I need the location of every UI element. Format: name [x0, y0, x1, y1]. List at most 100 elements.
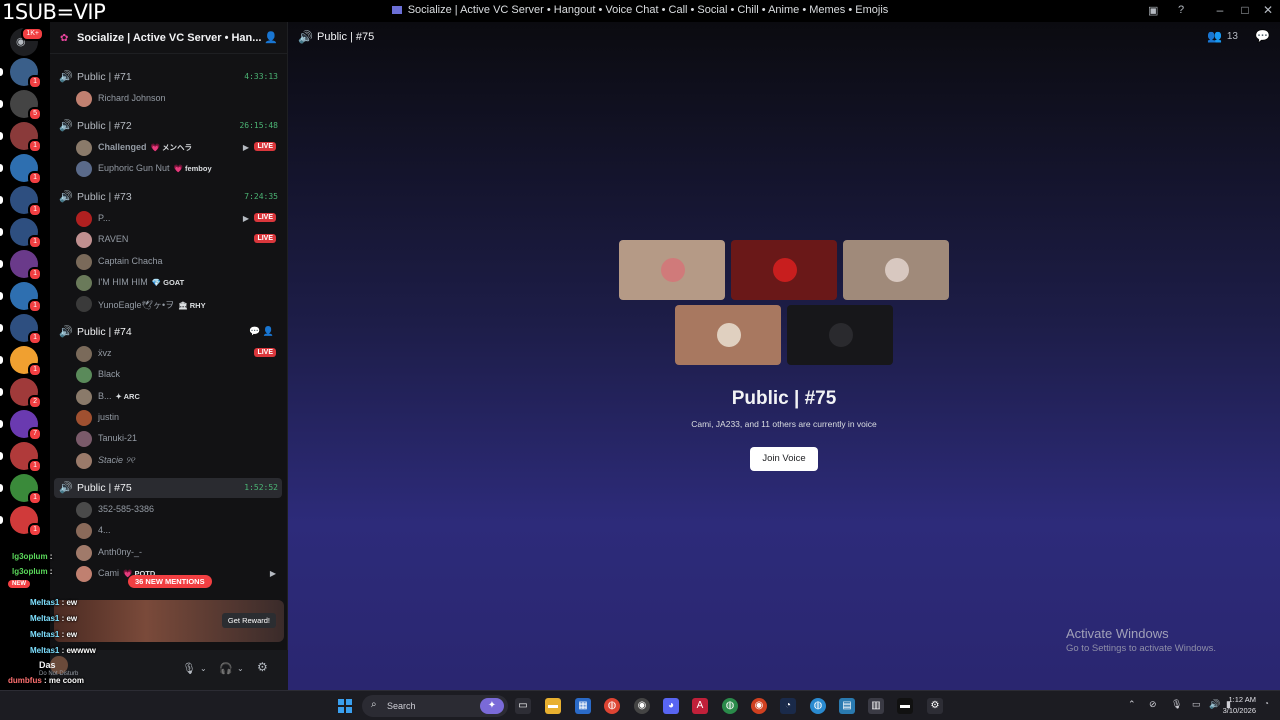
server-icon[interactable]: 1 [10, 58, 42, 89]
server-icon[interactable]: 1 [10, 122, 42, 153]
voice-channel[interactable]: 🔊 Public | #73 7:24:35 [54, 187, 282, 207]
screen-share-icon[interactable]: ▣ [1148, 4, 1158, 17]
notification-icon[interactable]: ◔ [1264, 699, 1269, 708]
tray-chevron-icon[interactable]: ⌃ [1128, 699, 1136, 710]
member-avatar [76, 346, 92, 362]
server-icon[interactable]: 1 [10, 506, 42, 537]
display-icon[interactable]: ▭ [1192, 699, 1201, 710]
headphones-chevron-icon[interactable]: ⌄ [237, 664, 244, 673]
edge-icon[interactable]: ◍ [810, 698, 826, 714]
microphone-icon[interactable]: 🎙 [182, 662, 196, 675]
chrome-icon[interactable]: ◍ [604, 698, 620, 714]
photos-icon[interactable]: ▤ [839, 698, 855, 714]
server-icon[interactable]: 1 [10, 314, 42, 345]
headphones-icon[interactable]: 🎧 [219, 662, 233, 675]
voice-member[interactable]: Black [76, 365, 282, 385]
terminal-icon[interactable]: ▬ [897, 698, 913, 714]
start-button[interactable] [338, 699, 352, 713]
settings-gear-icon[interactable]: ⚙ [257, 660, 268, 674]
user-status: Do Not Disturb [39, 671, 79, 677]
voice-channel[interactable]: 🔊 Public | #74 💬 👤 [54, 322, 282, 342]
volume-icon[interactable]: 🔊 [1209, 699, 1220, 710]
user-name[interactable]: Das [39, 660, 56, 670]
unread-pill [0, 324, 3, 332]
voice-member[interactable]: Tanuki-21 [76, 429, 282, 449]
participant-tile[interactable] [843, 240, 949, 300]
file-explorer-icon[interactable]: ▬ [545, 698, 561, 714]
settings-app-icon[interactable]: ⚙ [927, 698, 943, 714]
server-icon[interactable]: 1 [10, 442, 42, 473]
voice-member[interactable]: P... ▶ LIVE [76, 209, 282, 229]
member-avatar [76, 91, 92, 107]
server-icon[interactable]: 1 [10, 474, 42, 505]
join-voice-button[interactable]: Join Voice [750, 447, 818, 471]
voice-member[interactable]: RAVEN LIVE [76, 230, 282, 250]
server-header[interactable]: ✿ Socialize | Active VC Server • Han... … [50, 22, 288, 54]
invite-icon[interactable]: 👤 [263, 326, 274, 336]
voice-member[interactable]: I'M HIM HIM 💎 GOAT [76, 273, 282, 293]
voice-member[interactable]: Anth0ny-_- [76, 543, 282, 563]
participant-tile[interactable] [731, 240, 837, 300]
server-icon[interactable]: 1 [10, 186, 42, 217]
server-name[interactable]: Socialize | Active VC Server • Han... [77, 32, 261, 44]
server-icon[interactable]: 1 [10, 154, 42, 185]
widgets-icon[interactable]: ✦ [480, 698, 504, 714]
voice-member[interactable]: YunoEagle🕊ヶ•ヲ 🏛 RHY [76, 294, 282, 314]
invite-people-icon[interactable]: 👤 [264, 31, 278, 44]
taskbar-clock[interactable]: 1:12 AM 3/10/2026 [1223, 694, 1256, 716]
voice-member[interactable]: B... ✦ ARC [76, 387, 282, 407]
chat-icon[interactable]: 💬 [249, 326, 260, 336]
voice-channel-name: Public | #75 [77, 482, 132, 494]
voice-channel[interactable]: 🔊 Public | #71 4:33:13 [54, 67, 282, 87]
member-tag: 💗 femboy [173, 164, 212, 174]
voice-member[interactable]: Stacie ୨୧ [76, 451, 282, 471]
voice-member[interactable]: 4... [76, 521, 282, 541]
acrobat-icon[interactable]: A [692, 698, 708, 714]
server-icon[interactable]: 1 [10, 218, 42, 249]
participant-tile[interactable] [619, 240, 725, 300]
server-icon[interactable]: 1 [10, 250, 42, 281]
app-icon[interactable]: ▥ [868, 698, 884, 714]
voice-member[interactable]: Richard Johnson [76, 89, 282, 109]
close-button[interactable]: ✕ [1258, 3, 1278, 17]
maximize-button[interactable]: □ [1235, 3, 1255, 17]
server-icon[interactable]: 1 [10, 282, 42, 313]
new-mentions-pill[interactable]: 36 NEW MENTIONS [128, 575, 212, 588]
voice-channel-timer: 7:24:35 [244, 192, 278, 201]
server-badge: 1 [28, 523, 42, 537]
help-icon[interactable]: ? [1178, 4, 1184, 16]
server-icon[interactable]: 2 [10, 378, 42, 409]
server-icon[interactable]: 1 [10, 346, 42, 377]
voice-channel[interactable]: 🔊 Public | #72 26:15:48 [54, 116, 282, 136]
voice-channel-name: Public | #74 [77, 326, 132, 338]
discord-taskbar-icon[interactable]: ◕ [663, 698, 679, 714]
voice-member[interactable]: Euphoric Gun Nut 💗 femboy [76, 159, 282, 179]
member-count[interactable]: 13 [1227, 31, 1238, 42]
chat-bubble-icon[interactable]: 💬 [1255, 29, 1270, 43]
server-badge: 1 [28, 235, 42, 249]
voice-member[interactable]: 352-585-3386 [76, 500, 282, 520]
chrome-profile-icon[interactable]: ◍ [722, 698, 738, 714]
home-button[interactable]: ◉ 1K+ [10, 27, 44, 56]
get-reward-button[interactable]: Get Reward! [221, 613, 276, 628]
network-off-icon[interactable]: ⊘ [1149, 699, 1157, 710]
server-icon[interactable]: 5 [10, 90, 42, 121]
participant-tile[interactable] [787, 305, 893, 365]
server-icon[interactable]: 7 [10, 410, 42, 441]
tray-mic-icon[interactable]: 🎙 [1171, 699, 1182, 710]
mic-chevron-icon[interactable]: ⌄ [200, 664, 207, 673]
voice-member[interactable]: Challenged 💗 メンヘラ ▶ LIVE [76, 138, 282, 158]
members-icon[interactable]: 👥 [1207, 29, 1222, 43]
store-icon[interactable]: ▦ [575, 698, 591, 714]
voice-channel[interactable]: 🔊 Public | #75 1:52:52 [54, 478, 282, 498]
participant-tile[interactable] [675, 305, 781, 365]
steam-icon[interactable]: ◔ [780, 698, 796, 714]
browser-icon[interactable]: ◉ [751, 698, 767, 714]
minimize-button[interactable]: – [1210, 3, 1230, 17]
task-view-icon[interactable]: ▭ [515, 698, 531, 714]
obs-icon[interactable]: ◉ [634, 698, 650, 714]
member-name: RAVEN [98, 234, 129, 245]
voice-member[interactable]: Captain Chacha [76, 252, 282, 272]
voice-member[interactable]: ẍvz LIVE [76, 344, 282, 364]
voice-member[interactable]: justin [76, 408, 282, 428]
